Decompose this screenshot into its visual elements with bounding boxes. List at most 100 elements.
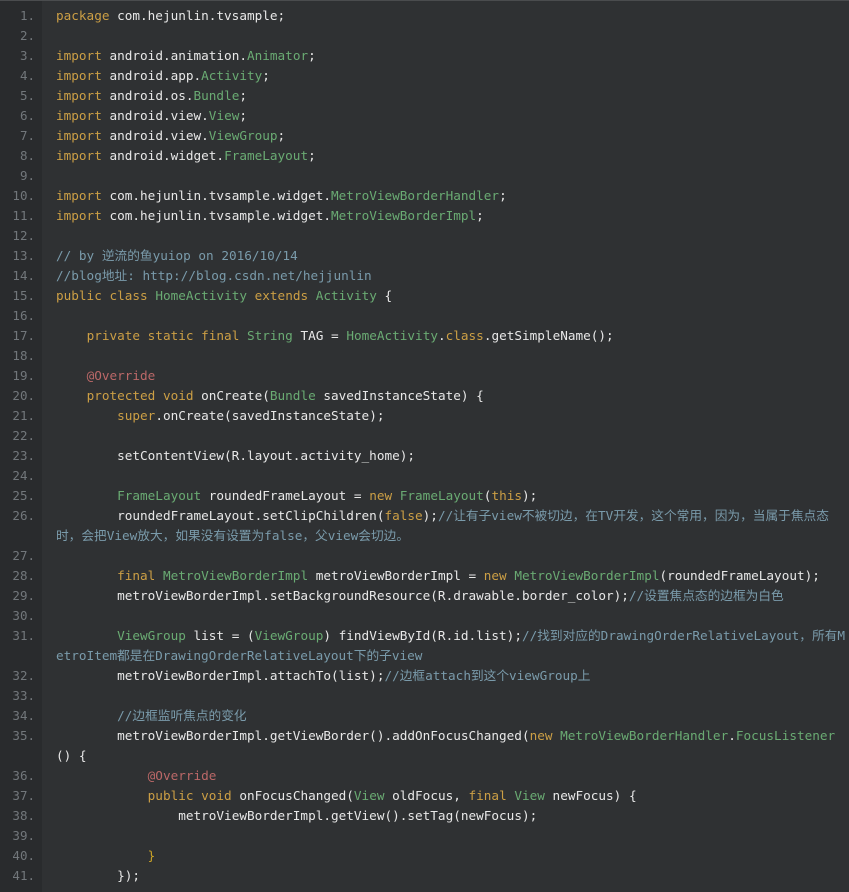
code-line[interactable]: 40. }: [0, 846, 849, 866]
code-line[interactable]: 32. metroViewBorderImpl.attachTo(list);/…: [0, 666, 849, 686]
code-line-content[interactable]: metroViewBorderImpl.setBackgroundResourc…: [42, 586, 849, 606]
code-line-content[interactable]: @Override: [42, 766, 849, 786]
code-line-content[interactable]: FrameLayout roundedFrameLayout = new Fra…: [42, 486, 849, 506]
code-line[interactable]: 15.public class HomeActivity extends Act…: [0, 286, 849, 306]
code-line-content[interactable]: import com.hejunlin.tvsample.widget.Metr…: [42, 206, 849, 226]
code-line-content[interactable]: [42, 346, 849, 366]
code-line-content[interactable]: [42, 826, 849, 846]
code-line-content[interactable]: // by 逆流的鱼yuiop on 2016/10/14: [42, 246, 849, 266]
line-number: 9.: [0, 166, 42, 186]
code-token: //设置焦点态的边框为白色: [629, 588, 784, 603]
code-line-content[interactable]: }: [42, 846, 849, 866]
code-line-content[interactable]: private static final String TAG = HomeAc…: [42, 326, 849, 346]
code-line[interactable]: 5.import android.os.Bundle;: [0, 86, 849, 106]
code-line-content[interactable]: });: [42, 866, 849, 886]
code-line-content[interactable]: //blog地址: http://blog.csdn.net/hejjunlin: [42, 266, 849, 286]
code-line[interactable]: 31. ViewGroup list = (ViewGroup) findVie…: [0, 626, 849, 666]
code-line[interactable]: 38. metroViewBorderImpl.getView().setTag…: [0, 806, 849, 826]
code-line[interactable]: 14.//blog地址: http://blog.csdn.net/hejjun…: [0, 266, 849, 286]
code-line[interactable]: 2.: [0, 26, 849, 46]
code-line[interactable]: 10.import com.hejunlin.tvsample.widget.M…: [0, 186, 849, 206]
code-editor[interactable]: 1.package com.hejunlin.tvsample;2. 3.imp…: [0, 0, 849, 891]
code-line[interactable]: 12.: [0, 226, 849, 246]
code-line-content[interactable]: import android.os.Bundle;: [42, 86, 849, 106]
code-token: final: [117, 568, 163, 583]
code-line-content[interactable]: import com.hejunlin.tvsample.widget.Metr…: [42, 186, 849, 206]
code-line-content[interactable]: metroViewBorderImpl.getView().setTag(new…: [42, 806, 849, 826]
code-token: new: [530, 728, 561, 743]
code-line-content[interactable]: import android.app.Activity;: [42, 66, 849, 86]
code-line[interactable]: 17. private static final String TAG = Ho…: [0, 326, 849, 346]
code-line[interactable]: 30.: [0, 606, 849, 626]
code-line-content[interactable]: super.onCreate(savedInstanceState);: [42, 406, 849, 426]
code-line-content[interactable]: //边框监听焦点的变化: [42, 706, 849, 726]
code-line[interactable]: 26. roundedFrameLayout.setClipChildren(f…: [0, 506, 849, 546]
code-line[interactable]: 13.// by 逆流的鱼yuiop on 2016/10/14: [0, 246, 849, 266]
code-line[interactable]: 6.import android.view.View;: [0, 106, 849, 126]
code-line-content[interactable]: [42, 466, 849, 486]
code-line-content[interactable]: [42, 26, 849, 46]
code-line-content[interactable]: ViewGroup list = (ViewGroup) findViewByI…: [42, 626, 849, 666]
code-line[interactable]: 8.import android.widget.FrameLayout;: [0, 146, 849, 166]
code-lines-container[interactable]: 1.package com.hejunlin.tvsample;2. 3.imp…: [0, 1, 849, 886]
code-line-content[interactable]: final MetroViewBorderImpl metroViewBorde…: [42, 566, 849, 586]
code-line[interactable]: 20. protected void onCreate(Bundle saved…: [0, 386, 849, 406]
code-token: // by 逆流的鱼yuiop on 2016/10/14: [56, 248, 298, 263]
code-line-content[interactable]: [42, 606, 849, 626]
code-token: View: [209, 108, 240, 123]
code-token: ;: [308, 148, 316, 163]
code-line-content[interactable]: [42, 166, 849, 186]
code-line[interactable]: 34. //边框监听焦点的变化: [0, 706, 849, 726]
code-line[interactable]: 22.: [0, 426, 849, 446]
code-line[interactable]: 9.: [0, 166, 849, 186]
code-line-content[interactable]: package com.hejunlin.tvsample;: [42, 6, 849, 26]
code-line[interactable]: 4.import android.app.Activity;: [0, 66, 849, 86]
code-line-content[interactable]: setContentView(R.layout.activity_home);: [42, 446, 849, 466]
code-token: View: [514, 788, 545, 803]
code-line[interactable]: 37. public void onFocusChanged(View oldF…: [0, 786, 849, 806]
code-line-content[interactable]: import android.view.View;: [42, 106, 849, 126]
code-line-content[interactable]: [42, 226, 849, 246]
line-number: 2.: [0, 26, 42, 46]
code-line[interactable]: 7.import android.view.ViewGroup;: [0, 126, 849, 146]
code-line-content[interactable]: public class HomeActivity extends Activi…: [42, 286, 849, 306]
code-line-content[interactable]: [42, 686, 849, 706]
code-line[interactable]: 39.: [0, 826, 849, 846]
code-line-content[interactable]: [42, 546, 849, 566]
code-line-content[interactable]: protected void onCreate(Bundle savedInst…: [42, 386, 849, 406]
code-line-content[interactable]: import android.widget.FrameLayout;: [42, 146, 849, 166]
code-line-content[interactable]: metroViewBorderImpl.getViewBorder().addO…: [42, 726, 849, 766]
code-token: com.hejunlin.tvsample;: [117, 8, 285, 23]
code-line-content[interactable]: @Override: [42, 366, 849, 386]
code-line-content[interactable]: [42, 306, 849, 326]
code-line[interactable]: 11.import com.hejunlin.tvsample.widget.M…: [0, 206, 849, 226]
code-line[interactable]: 19. @Override: [0, 366, 849, 386]
code-line-content[interactable]: import android.animation.Animator;: [42, 46, 849, 66]
code-line[interactable]: 27.: [0, 546, 849, 566]
code-line-content[interactable]: public void onFocusChanged(View oldFocus…: [42, 786, 849, 806]
line-number: 37.: [0, 786, 42, 806]
code-line[interactable]: 3.import android.animation.Animator;: [0, 46, 849, 66]
code-line[interactable]: 36. @Override: [0, 766, 849, 786]
code-line[interactable]: 28. final MetroViewBorderImpl metroViewB…: [0, 566, 849, 586]
code-token: FrameLayout: [117, 488, 201, 503]
code-line[interactable]: 21. super.onCreate(savedInstanceState);: [0, 406, 849, 426]
code-line[interactable]: 35. metroViewBorderImpl.getViewBorder().…: [0, 726, 849, 766]
code-line-content[interactable]: metroViewBorderImpl.attachTo(list);//边框a…: [42, 666, 849, 686]
code-line[interactable]: 41. });: [0, 866, 849, 886]
code-line[interactable]: 1.package com.hejunlin.tvsample;: [0, 6, 849, 26]
code-token: ;: [499, 188, 507, 203]
code-token: protected void: [56, 388, 201, 403]
code-line-content[interactable]: import android.view.ViewGroup;: [42, 126, 849, 146]
code-line-content[interactable]: roundedFrameLayout.setClipChildren(false…: [42, 506, 849, 546]
code-line-content[interactable]: [42, 426, 849, 446]
code-line[interactable]: 25. FrameLayout roundedFrameLayout = new…: [0, 486, 849, 506]
code-line[interactable]: 24.: [0, 466, 849, 486]
code-line[interactable]: 29. metroViewBorderImpl.setBackgroundRes…: [0, 586, 849, 606]
code-line[interactable]: 23. setContentView(R.layout.activity_hom…: [0, 446, 849, 466]
code-line[interactable]: 33.: [0, 686, 849, 706]
line-number: 34.: [0, 706, 42, 726]
code-token: metroViewBorderImpl.attachTo(list);: [56, 668, 384, 683]
code-line[interactable]: 18.: [0, 346, 849, 366]
code-line[interactable]: 16.: [0, 306, 849, 326]
